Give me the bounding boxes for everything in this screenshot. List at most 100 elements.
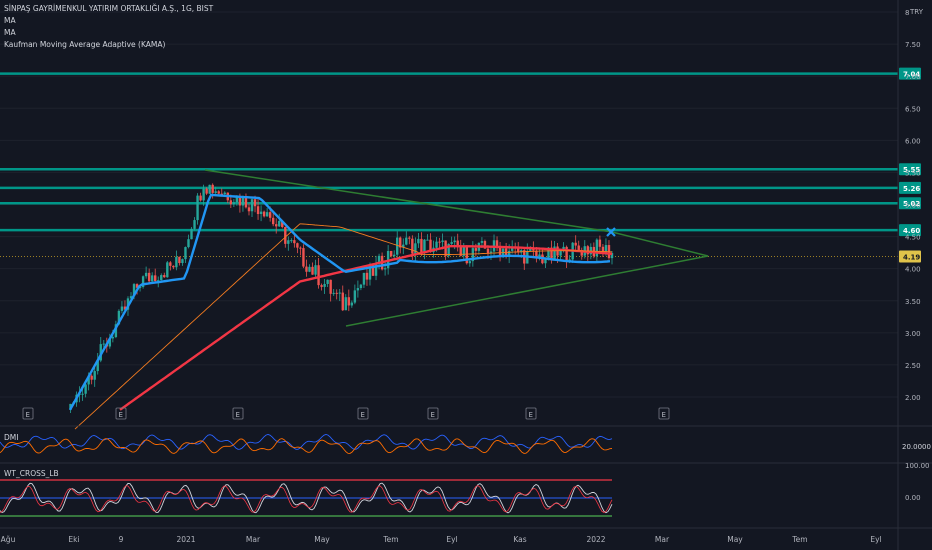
candle-body bbox=[305, 266, 308, 272]
candle-body bbox=[268, 212, 272, 218]
candle-body bbox=[341, 292, 344, 311]
candle-body bbox=[302, 248, 305, 267]
price-tick-label: 5.50 bbox=[905, 169, 921, 177]
candle-body bbox=[396, 237, 399, 255]
candle-body bbox=[308, 266, 311, 272]
candle-body bbox=[250, 199, 254, 212]
price-tick-label: 5.00 bbox=[905, 202, 921, 210]
candle-body bbox=[208, 184, 211, 194]
candle-body bbox=[287, 240, 290, 244]
candle-body bbox=[154, 275, 157, 282]
candle-body bbox=[474, 248, 478, 251]
candle-body bbox=[111, 337, 115, 339]
candle-body bbox=[175, 256, 178, 268]
candle-body bbox=[253, 199, 257, 207]
price-tick-label: 3.00 bbox=[905, 330, 921, 338]
time-tick-label: 2022 bbox=[586, 535, 605, 544]
candle-body bbox=[356, 288, 360, 291]
candle-body bbox=[169, 262, 172, 266]
price-chart[interactable]: 7.045.555.265.024.604.19 8 7.50 7.00 6.50 6.… bbox=[0, 0, 932, 550]
candle-body bbox=[383, 268, 387, 270]
time-tick-label: 2021 bbox=[176, 535, 195, 544]
candle-body bbox=[181, 259, 184, 264]
candle-body bbox=[120, 306, 124, 311]
time-axis: Ağu Eki 9 2021 Mar May Tem Eyl Kas 2022 Mar May Tem E… bbox=[1, 535, 882, 544]
candle-body bbox=[199, 195, 202, 201]
candle-body bbox=[435, 241, 438, 248]
candle-body bbox=[426, 239, 429, 241]
candle-body bbox=[275, 224, 278, 227]
dmi-plus-line bbox=[0, 434, 613, 450]
time-tick-label: Eki bbox=[68, 535, 79, 544]
candle-body bbox=[329, 279, 332, 294]
price-tick-label: 6.50 bbox=[905, 105, 921, 113]
candle-body bbox=[577, 245, 580, 250]
candle-body bbox=[229, 200, 233, 205]
horizontal-levels: 7.045.555.265.024.604.19 bbox=[0, 67, 921, 263]
candle-body bbox=[417, 238, 420, 244]
candle-body bbox=[187, 239, 190, 248]
candle-body bbox=[160, 275, 163, 281]
earnings-marker-label: E bbox=[119, 411, 123, 419]
candle-body bbox=[323, 283, 326, 287]
symbol-title: SİNPAŞ GAYRİMENKUL YATIRIM ORTAKLIĞI A.Ş… bbox=[4, 4, 214, 13]
candle-body bbox=[344, 297, 347, 311]
time-tick-label: Kas bbox=[513, 535, 526, 544]
candle-body bbox=[405, 237, 408, 245]
price-tick-label: 4.50 bbox=[905, 234, 921, 242]
earnings-marker-label: E bbox=[529, 411, 533, 419]
candle-body bbox=[359, 284, 363, 289]
candle-body bbox=[271, 217, 275, 225]
candle-body bbox=[211, 184, 214, 193]
wt-tick-label: 0.00 bbox=[905, 494, 921, 502]
candle-body bbox=[93, 371, 96, 380]
earnings-marker-label: E bbox=[431, 411, 435, 419]
candle-body bbox=[293, 240, 296, 244]
candle-body bbox=[259, 211, 263, 215]
indicator-panes: DMI 20.0000 WT_CROSS_LB 100.00 0.00 bbox=[0, 425, 932, 529]
candle-body bbox=[423, 239, 426, 253]
candle-body bbox=[414, 243, 417, 254]
price-tick-label: 7.00 bbox=[905, 73, 921, 81]
candle-body bbox=[166, 262, 169, 278]
candle-body bbox=[232, 202, 236, 205]
last-price-label: 4.19 bbox=[903, 253, 920, 261]
candle-body bbox=[196, 195, 199, 221]
candle-body bbox=[278, 220, 281, 227]
candle-body bbox=[256, 206, 260, 215]
candle-body bbox=[441, 240, 444, 243]
price-tick-label: 7.50 bbox=[905, 41, 921, 49]
candle-body bbox=[262, 211, 266, 217]
candle-body bbox=[320, 285, 323, 287]
candle-body bbox=[184, 247, 187, 260]
kama-legend[interactable]: Kaufman Moving Average Adaptive (KAMA) bbox=[4, 39, 213, 51]
candle-body bbox=[178, 256, 181, 264]
earnings-marker-label: E bbox=[662, 411, 666, 419]
candle-body bbox=[411, 238, 414, 254]
wt2-line bbox=[0, 485, 613, 513]
candle-body bbox=[296, 243, 299, 248]
candle-body bbox=[223, 192, 226, 195]
earnings-marker-label: E bbox=[361, 411, 365, 419]
dmi-label: DMI bbox=[4, 433, 18, 442]
wt-tick-label: 100.00 bbox=[905, 462, 930, 470]
price-tick-label: 4.00 bbox=[905, 266, 921, 274]
candle-body bbox=[335, 292, 338, 294]
wt-label: WT_CROSS_LB bbox=[4, 469, 59, 478]
moving-averages bbox=[68, 169, 709, 430]
ma-legend-2[interactable]: MA bbox=[4, 27, 213, 39]
candle-body bbox=[332, 292, 335, 294]
time-tick-label: 9 bbox=[119, 535, 124, 544]
triangle-pattern bbox=[204, 169, 709, 327]
level-price-label: 5.26 bbox=[903, 185, 920, 193]
chart-legend: SİNPAŞ GAYRİMENKUL YATIRIM ORTAKLIĞI A.Ş… bbox=[4, 3, 213, 51]
candle-body bbox=[408, 237, 411, 239]
candle-body bbox=[453, 240, 456, 243]
time-tick-label: Tem bbox=[791, 535, 807, 544]
ma-legend-1[interactable]: MA bbox=[4, 15, 213, 27]
candle-body bbox=[163, 275, 166, 278]
chart-grid bbox=[0, 11, 898, 398]
candle-body bbox=[353, 290, 357, 303]
candle-body bbox=[420, 238, 423, 253]
candle-body bbox=[214, 191, 217, 193]
